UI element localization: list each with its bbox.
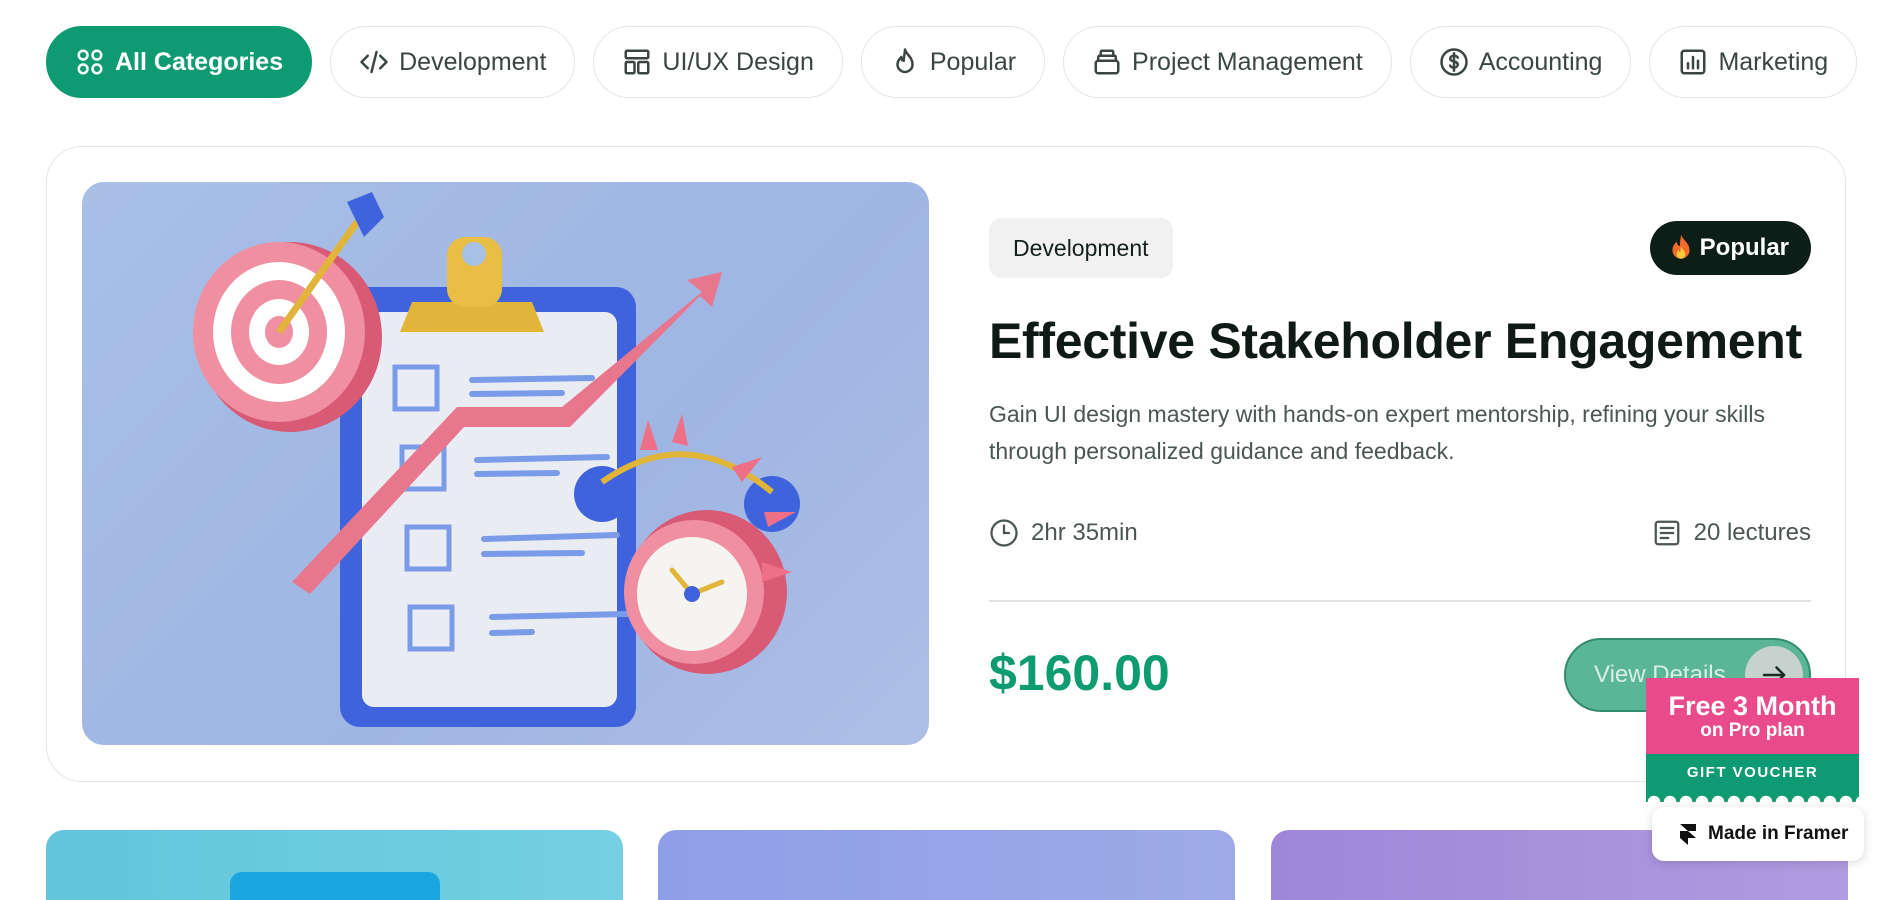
course-card-peek-1[interactable] xyxy=(46,830,623,900)
course-duration: 2hr 35min xyxy=(989,518,1138,548)
course-description: Gain UI design mastery with hands-on exp… xyxy=(989,401,1765,464)
framer-logo-icon xyxy=(1680,824,1696,845)
chip-marketing[interactable]: Marketing xyxy=(1649,26,1858,98)
clock-icon xyxy=(990,519,1018,547)
chip-accounting[interactable]: Accounting xyxy=(1409,26,1632,98)
course-thumbnail xyxy=(82,182,929,745)
flame-icon xyxy=(896,48,914,74)
course-price: $160.00 xyxy=(989,645,1170,701)
framer-badge-label: Made in Framer xyxy=(1708,823,1849,844)
clipboard-target-illustration xyxy=(193,192,800,727)
chip-popular[interactable]: Popular xyxy=(860,26,1046,98)
chip-label: Project Management xyxy=(1132,47,1363,76)
chip-ui-ux-design[interactable]: UI/UX Design xyxy=(593,26,843,98)
chip-development[interactable]: Development xyxy=(330,26,576,98)
grid-icon xyxy=(77,49,103,75)
dollar-circle-icon xyxy=(1439,48,1468,76)
document-icon xyxy=(1654,520,1679,546)
bar-chart-icon xyxy=(1680,49,1706,75)
chip-all-categories[interactable]: All Categories xyxy=(46,26,313,98)
course-title[interactable]: Effective Stakeholder Engagement xyxy=(989,312,1802,370)
lectures-text: 20 lectures xyxy=(1693,519,1811,546)
course-card-peek-2[interactable] xyxy=(658,830,1235,900)
popular-badge: Popular xyxy=(1649,221,1811,275)
card-divider xyxy=(989,600,1811,602)
chip-label: Marketing xyxy=(1718,47,1829,76)
briefcase-icon xyxy=(1094,49,1120,75)
layout-icon xyxy=(624,49,650,75)
chip-label: Accounting xyxy=(1478,47,1603,76)
category-filter-bar: All Categories Development UI/UX Design … xyxy=(46,26,1858,98)
voucher-headline: Free 3 Month xyxy=(1668,691,1837,721)
chip-label: Development xyxy=(399,47,547,76)
code-icon xyxy=(360,50,388,74)
chip-label: UI/UX Design xyxy=(662,47,814,76)
card-thumbnail-shape xyxy=(230,872,440,900)
duration-text: 2hr 35min xyxy=(1031,519,1138,546)
popular-badge-label: Popular xyxy=(1699,234,1789,261)
gift-voucher-promo[interactable]: Free 3 Month on Pro plan GIFT VOUCHER xyxy=(1646,678,1859,802)
fire-emoji-icon xyxy=(1672,234,1690,259)
voucher-scallop-edge xyxy=(1646,790,1859,802)
voucher-top: Free 3 Month on Pro plan xyxy=(1646,678,1859,754)
course-category-tag: Development xyxy=(989,218,1173,278)
course-lectures: 20 lectures xyxy=(1652,518,1811,548)
chip-label: Popular xyxy=(929,47,1017,76)
made-in-framer-badge[interactable]: Made in Framer xyxy=(1652,807,1864,861)
chip-label: All Categories xyxy=(115,47,284,76)
voucher-label: GIFT VOUCHER xyxy=(1646,754,1859,790)
chip-project-management[interactable]: Project Management xyxy=(1063,26,1392,98)
voucher-subline: on Pro plan xyxy=(1700,720,1805,741)
